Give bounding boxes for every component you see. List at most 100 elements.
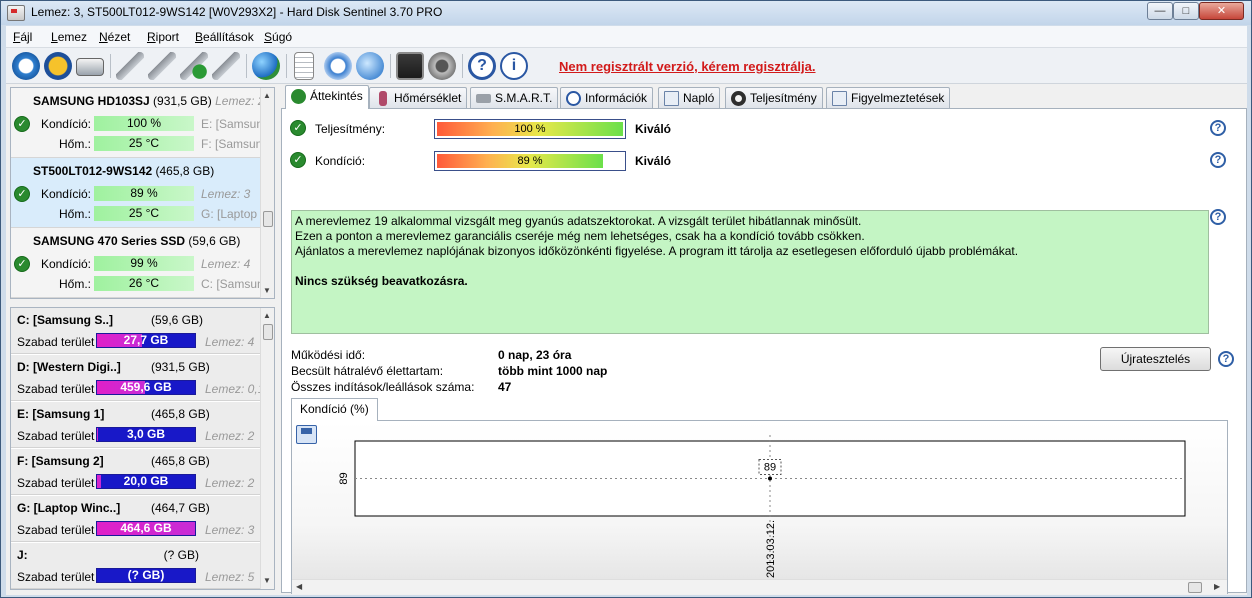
condition-label: Kondíció: — [40, 257, 91, 271]
toolbar-separator — [390, 54, 391, 78]
condition-label: Kondíció: — [40, 187, 91, 201]
web-icon[interactable] — [252, 52, 280, 80]
menu-disk[interactable]: Lemez — [51, 30, 87, 44]
partition-card-g[interactable]: G: [Laptop Winc..] (464,7 GB) Szabad ter… — [11, 496, 262, 542]
disk-test-icon[interactable] — [116, 52, 144, 80]
help-icon[interactable]: ? — [1210, 120, 1226, 136]
chart-scrollbar[interactable]: ◀ ▶ — [292, 579, 1227, 594]
register-link[interactable]: Nem regisztrált verzió, kérem regisztrál… — [559, 59, 816, 74]
overview-panel: ✓ Teljesítmény: 100 % Kiváló ? ✓ Kondíci… — [281, 108, 1247, 594]
help-icon[interactable]: ? — [1218, 351, 1234, 367]
scroll-right-icon[interactable]: ▶ — [1214, 582, 1220, 591]
condition-value: 99 % — [94, 256, 194, 271]
temperature-row: Hőm.: 25 °C F: [Samsun — [11, 134, 262, 154]
disk-partition-ref: C: [Samsun — [201, 277, 264, 291]
menu-settings[interactable]: Beállítások — [195, 30, 254, 44]
tab-temperature[interactable]: Hőmérséklet — [369, 87, 468, 108]
info-icon[interactable]: i — [500, 52, 528, 80]
help-icon[interactable]: ? — [1210, 209, 1226, 225]
disk-card-samsung-470-ssd[interactable]: SAMSUNG 470 Series SSD (59,6 GB) ✓ Kondí… — [11, 228, 264, 298]
scroll-up-icon[interactable]: ▲ — [263, 311, 271, 320]
tab-overview[interactable]: Áttekintés — [285, 85, 369, 109]
temperature-label: Hőm.: — [58, 137, 91, 151]
tab-label: Figyelmeztetések — [851, 91, 945, 105]
menu-disk-accel: L — [51, 30, 58, 44]
tab-alerts[interactable]: Figyelmeztetések — [826, 87, 951, 108]
menu-report-accel: R — [147, 30, 156, 44]
disk-ok-icon[interactable] — [180, 52, 208, 80]
condition-label: Kondíció: — [315, 154, 366, 168]
free-space-label: Szabad terület — [17, 335, 95, 349]
free-space-label: Szabad terület — [17, 476, 95, 490]
app-icon[interactable] — [7, 5, 25, 21]
help-icon[interactable]: ? — [1210, 152, 1226, 168]
menu-help-accel: S — [264, 30, 273, 44]
menu-disk-label: emez — [57, 30, 88, 44]
close-button[interactable]: ✕ — [1199, 2, 1244, 20]
menu-report-label: iport — [155, 30, 180, 44]
data-label: 89 — [764, 462, 776, 474]
tab-information[interactable]: Információk — [560, 87, 654, 108]
speaker-icon[interactable] — [428, 52, 456, 80]
menu-file[interactable]: Fájl — [13, 30, 32, 44]
partition-name: E: [Samsung 1] — [17, 407, 105, 421]
disk-list-scrollbar[interactable]: ▲ ▼ — [260, 88, 274, 298]
disk-model: SAMSUNG 470 Series SSD — [33, 234, 186, 248]
condition-row: ✓ Kondíció: 100 % E: [Samsun — [11, 114, 264, 134]
disk-card-st500lt012[interactable]: ST500LT012-9WS142 (465,8 GB) ✓ Kondíció:… — [11, 158, 262, 228]
partition-card-c[interactable]: C: [Samsung S..] (59,6 GB) Szabad terüle… — [11, 308, 262, 354]
partition-disk-ref: Lemez: 2 — [205, 429, 255, 443]
refresh-icon[interactable] — [12, 52, 40, 80]
save-icon[interactable] — [296, 425, 317, 444]
minimize-button[interactable]: — — [1147, 2, 1173, 20]
network-icon[interactable] — [356, 52, 384, 80]
menu-view-accel: N — [99, 30, 108, 44]
disk-card-samsung-hd103sj[interactable]: SAMSUNG HD103SJ (931,5 GB) Lemez: 2 ✓ Ko… — [11, 88, 264, 158]
sync-icon[interactable] — [324, 52, 352, 80]
scroll-thumb[interactable] — [1188, 582, 1202, 593]
chart-tab-condition[interactable]: Kondíció (%) — [291, 398, 378, 421]
report-icon[interactable] — [294, 52, 314, 80]
tab-smart[interactable]: S.M.A.R.T. — [470, 87, 559, 108]
disk-partition-ref: G: [Laptop — [201, 207, 258, 221]
condition-chart: 89 2013.03.12. 89 ◀ ▶ — [291, 420, 1228, 594]
partition-card-f[interactable]: F: [Samsung 2] (465,8 GB) Szabad terület… — [11, 449, 262, 495]
drive-icon[interactable] — [76, 58, 104, 76]
partition-list-scrollbar[interactable]: ▲ ▼ — [260, 308, 274, 589]
scroll-down-icon[interactable]: ▼ — [263, 576, 271, 585]
menu-report[interactable]: Riport — [147, 30, 179, 44]
partition-name: F: [Samsung 2] — [17, 454, 104, 468]
menu-help-label: úgó — [272, 30, 293, 44]
scroll-left-icon[interactable]: ◀ — [296, 582, 302, 591]
power-cycles-label: Összes indítások/leállások száma: — [291, 380, 475, 394]
partition-card-e[interactable]: E: [Samsung 1] (465,8 GB) Szabad terület… — [11, 402, 262, 448]
alert-icon[interactable] — [44, 52, 72, 80]
scroll-thumb[interactable] — [263, 211, 273, 227]
title-bar[interactable]: Lemez: 3, ST500LT012-9WS142 [W0V293X2] -… — [1, 1, 1251, 25]
help-icon[interactable]: ? — [468, 52, 496, 80]
menu-help[interactable]: Súgó — [264, 30, 292, 44]
tab-log[interactable]: Napló — [658, 87, 721, 108]
partition-size: (? GB) — [163, 548, 199, 562]
disk-partition-ref: E: [Samsun — [201, 117, 264, 131]
tab-performance[interactable]: Teljesítmény — [725, 87, 823, 108]
disk-check-icon[interactable] — [148, 52, 176, 80]
condition-row: ✓ Kondíció: 89 % Lemez: 3 — [11, 184, 262, 204]
free-space-bar: 27,7 GB — [96, 333, 196, 348]
disk-tool-icon[interactable] — [212, 52, 240, 80]
scroll-up-icon[interactable]: ▲ — [263, 91, 271, 100]
monitor-icon[interactable] — [396, 52, 424, 80]
free-space-bar: 3,0 GB — [96, 427, 196, 442]
tab-label: Áttekintés — [310, 89, 363, 103]
description-line: A merevlemez 19 alkalommal vizsgált meg … — [295, 214, 862, 228]
menu-view[interactable]: Nézet — [99, 30, 130, 44]
scroll-thumb[interactable] — [263, 324, 273, 340]
partition-card-d[interactable]: D: [Western Digi..] (931,5 GB) Szabad te… — [11, 355, 264, 401]
partition-card-j[interactable]: J: (? GB) Szabad terület (? GB) Lemez: 5 — [11, 543, 262, 589]
client-area: Fájl Lemez Nézet Riport Beállítások Súgó — [6, 26, 1247, 595]
lifetime-value: több mint 1000 nap — [498, 364, 608, 378]
scroll-down-icon[interactable]: ▼ — [263, 286, 271, 295]
menu-settings-accel: B — [195, 30, 204, 44]
retest-button[interactable]: Újratesztelés — [1100, 347, 1211, 371]
maximize-button[interactable]: □ — [1173, 2, 1199, 20]
